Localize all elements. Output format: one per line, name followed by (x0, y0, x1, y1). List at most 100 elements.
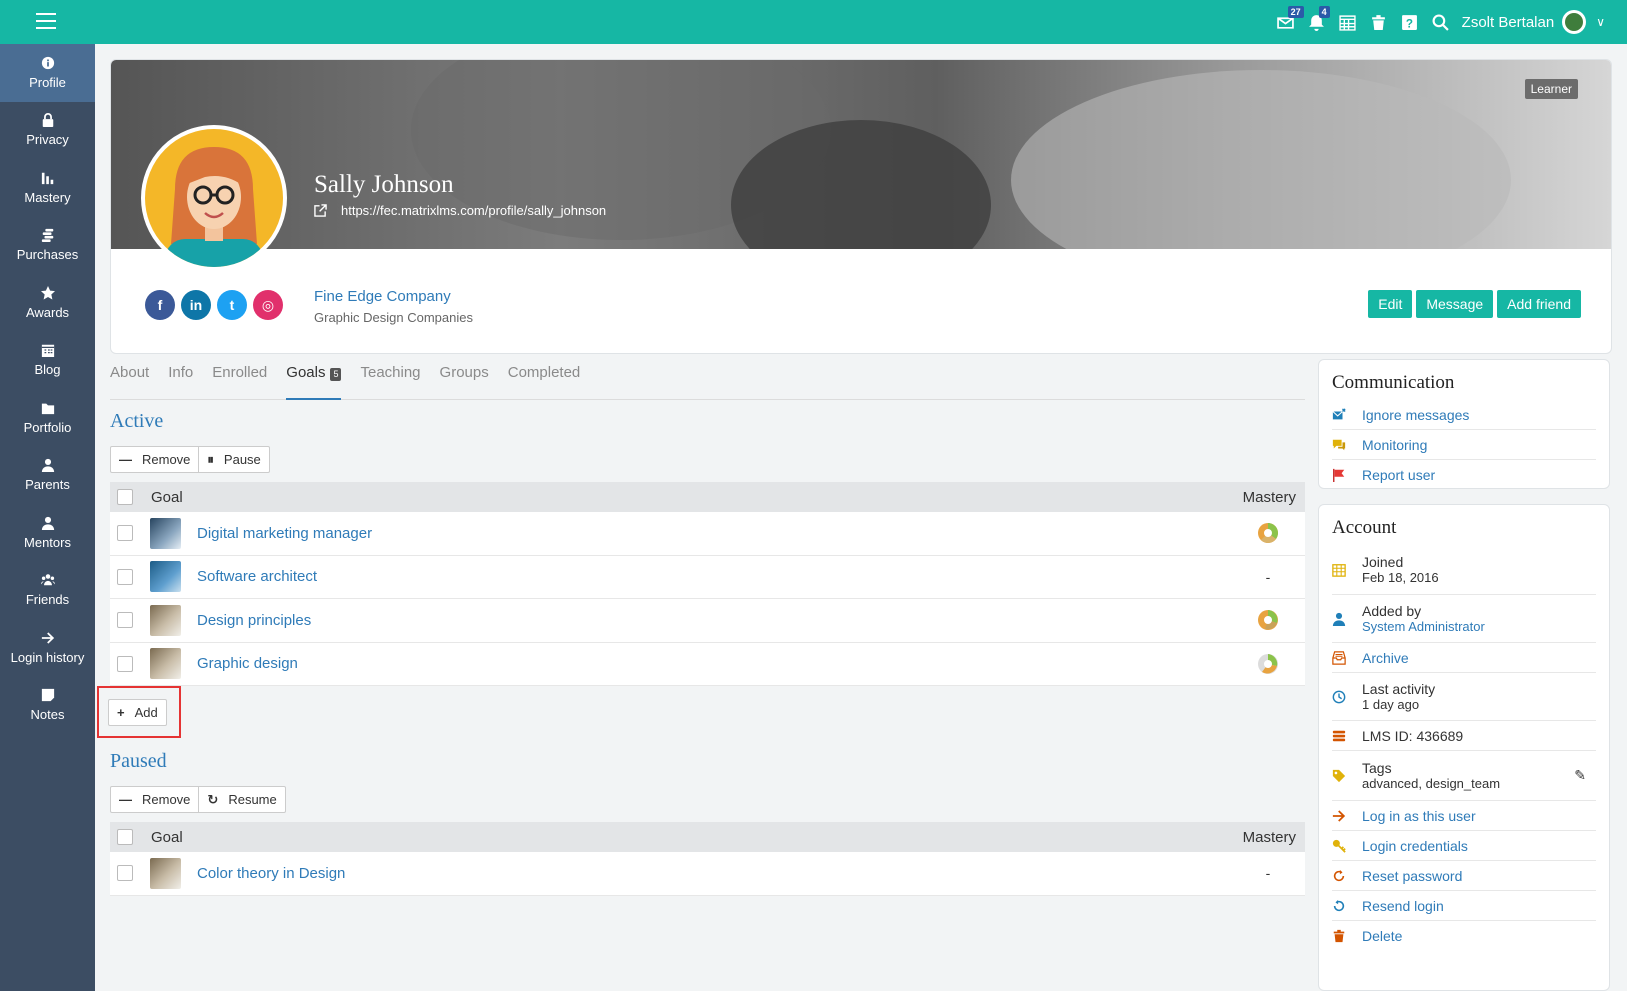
facebook-icon[interactable]: f (145, 290, 175, 320)
message-button[interactable]: Message (1416, 290, 1494, 318)
instagram-icon[interactable]: ◎ (253, 290, 283, 320)
sidebar-item-profile[interactable]: Profile (0, 44, 95, 102)
sidebar-item-label: Mastery (24, 189, 71, 205)
tab-completed[interactable]: Completed (508, 364, 581, 400)
ignore-mail-icon (1332, 407, 1346, 419)
sidebar-item-friends[interactable]: Friends (0, 562, 95, 620)
select-all-checkbox[interactable] (117, 829, 133, 845)
report-user-item[interactable]: Report user (1332, 460, 1596, 490)
sidebar-item-label: Notes (30, 707, 65, 723)
user-name[interactable]: Zsolt Bertalan (1462, 14, 1555, 31)
archive-item[interactable]: Archive (1332, 643, 1596, 673)
trash-icon[interactable] (1363, 0, 1394, 44)
sidebar-item-login-history[interactable]: Login history (0, 619, 95, 677)
bell-icon[interactable]: 4 (1301, 0, 1332, 44)
sidebar-item-label: Privacy (26, 132, 69, 148)
resume-button[interactable]: ↻ Resume (198, 787, 284, 812)
profile-avatar (141, 125, 287, 271)
calendar-icon[interactable] (1332, 0, 1363, 44)
tab-groups[interactable]: Groups (440, 364, 489, 400)
top-bar: 27 4 ? Zsolt Bertalan ∨ (0, 0, 1627, 44)
sidebar-item-notes[interactable]: Notes (0, 677, 95, 735)
company-category: Graphic Design Companies (314, 310, 473, 325)
add-goal-button[interactable]: + Add (108, 699, 167, 726)
table-header: Goal Mastery (110, 822, 1305, 852)
pencil-icon[interactable]: ✎ (1574, 767, 1586, 784)
sidebar-item-mastery[interactable]: Mastery (0, 159, 95, 217)
row-checkbox[interactable] (117, 865, 133, 882)
flag-icon (1333, 468, 1345, 482)
goal-link[interactable]: Color theory in Design (197, 865, 345, 882)
monitoring-link: Monitoring (1362, 436, 1428, 453)
login-credentials-link: Login credentials (1362, 837, 1468, 854)
log-in-as-item[interactable]: Log in as this user (1332, 801, 1596, 831)
sidebar-item-label: Mentors (24, 534, 71, 550)
row-checkbox[interactable] (117, 525, 133, 542)
joined-item: Joined Feb 18, 2016 (1332, 545, 1596, 595)
monitoring-item[interactable]: Monitoring (1332, 430, 1596, 460)
linkedin-icon[interactable]: in (181, 290, 211, 320)
tab-goals[interactable]: Goals 5 (286, 364, 342, 400)
tab-teaching[interactable]: Teaching (360, 364, 420, 400)
goals-count-badge: 5 (330, 368, 342, 381)
goal-thumbnail (150, 648, 181, 680)
active-section-title: Active (110, 410, 164, 432)
active-actions: — Remove ⏸ Pause (110, 446, 270, 473)
goal-link[interactable]: Graphic design (197, 655, 298, 672)
calendar-icon (41, 345, 54, 358)
reset-password-item[interactable]: Reset password (1332, 861, 1596, 891)
profile-url[interactable]: https://fec.matrixlms.com/profile/sally_… (314, 203, 606, 218)
search-icon[interactable] (1425, 0, 1456, 44)
added-by-link[interactable]: System Administrator (1362, 619, 1485, 634)
sidebar-item-awards[interactable]: Awards (0, 274, 95, 332)
column-goal: Goal (151, 488, 183, 506)
profile-card: Learner Sally Johnson https://fec.matrix… (110, 59, 1612, 354)
pause-label: Pause (223, 452, 261, 467)
goal-link[interactable]: Design principles (197, 612, 311, 629)
ignore-messages-item[interactable]: Ignore messages (1332, 400, 1596, 430)
resend-login-item[interactable]: Resend login (1332, 891, 1596, 921)
pause-button[interactable]: ⏸ Pause (198, 447, 268, 472)
person-icon (41, 459, 54, 473)
last-activity-value: 1 day ago (1362, 697, 1420, 712)
row-checkbox[interactable] (117, 612, 133, 629)
sidebar-item-label: Blog (34, 362, 61, 378)
goal-link[interactable]: Software architect (197, 568, 317, 585)
sidebar-item-purchases[interactable]: Purchases (0, 217, 95, 275)
row-checkbox[interactable] (117, 568, 133, 585)
tab-about[interactable]: About (110, 364, 149, 400)
twitter-icon[interactable]: t (217, 290, 247, 320)
tab-enrolled[interactable]: Enrolled (212, 364, 267, 400)
help-icon[interactable]: ? (1394, 0, 1425, 44)
add-goal-highlight: + Add (97, 686, 181, 738)
communication-panel: Communication Ignore messages Monitoring… (1318, 359, 1610, 489)
person-icon (41, 516, 54, 530)
mastery-pie-icon (1257, 522, 1279, 544)
chevron-down-icon[interactable]: ∨ (1596, 15, 1605, 29)
tab-info[interactable]: Info (168, 364, 193, 400)
row-checkbox[interactable] (117, 655, 133, 672)
added-by-item: Added by System Administrator (1332, 595, 1596, 643)
sidebar-item-mentors[interactable]: Mentors (0, 504, 95, 562)
sidebar-item-portfolio[interactable]: Portfolio (0, 389, 95, 447)
bar-chart-icon (41, 172, 53, 184)
inbox-icon[interactable]: 27 (1270, 0, 1304, 44)
sidebar-item-blog[interactable]: Blog (0, 332, 95, 390)
sidebar-item-privacy[interactable]: Privacy (0, 102, 95, 160)
add-friend-button[interactable]: Add friend (1497, 290, 1581, 318)
remove-label: Remove (142, 452, 191, 467)
edit-button[interactable]: Edit (1368, 290, 1413, 318)
person-icon (1332, 612, 1346, 626)
login-credentials-item[interactable]: Login credentials (1332, 831, 1596, 861)
select-all-checkbox[interactable] (117, 489, 133, 505)
goal-link[interactable]: Digital marketing manager (197, 525, 372, 542)
remove-button[interactable]: — Remove (111, 787, 198, 812)
sidebar-item-parents[interactable]: Parents (0, 447, 95, 505)
company-link[interactable]: Fine Edge Company (314, 288, 451, 305)
remove-button[interactable]: — Remove (111, 447, 198, 472)
user-avatar[interactable] (1562, 10, 1587, 34)
calendar-icon (1332, 563, 1346, 577)
archive-link: Archive (1362, 649, 1409, 666)
delete-item[interactable]: Delete (1332, 921, 1596, 951)
menu-icon[interactable] (36, 13, 56, 29)
